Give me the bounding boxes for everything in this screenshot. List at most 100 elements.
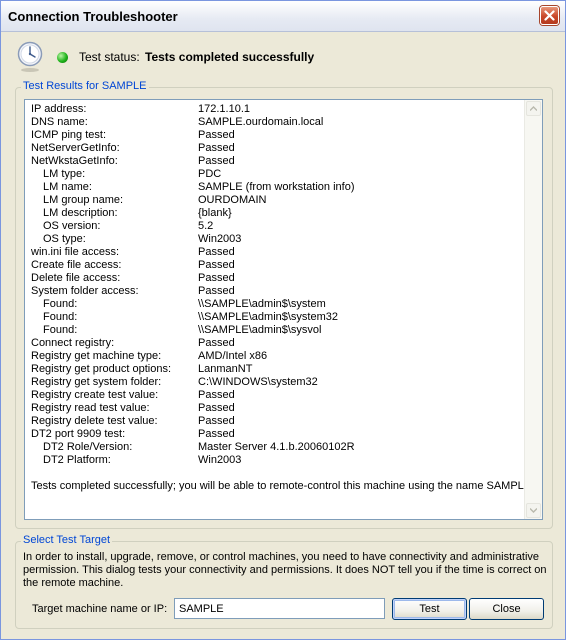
- result-row: DT2 Role/Version: Master Server 4.1.b.200…: [31, 441, 521, 454]
- result-value: Passed: [198, 155, 235, 167]
- scroll-up-button[interactable]: [526, 101, 541, 116]
- result-key: Found:: [43, 324, 78, 336]
- result-key: IP address:: [31, 103, 87, 115]
- select-test-target-legend: Select Test Target: [21, 534, 113, 546]
- result-key: ICMP ping test:: [31, 129, 106, 141]
- clock-icon: [17, 41, 43, 72]
- result-value: Passed: [198, 272, 235, 284]
- test-button-label: Test: [419, 603, 440, 615]
- result-row: DNS name: SAMPLE.ourdomain.local: [31, 116, 521, 129]
- result-row: Registry read test value: Passed: [31, 402, 521, 415]
- result-row: LM name: SAMPLE (from workstation info): [31, 181, 521, 194]
- result-value: \\SAMPLE\admin$\sysvol: [198, 324, 322, 336]
- result-value: Passed: [198, 389, 235, 401]
- result-value: Passed: [198, 259, 235, 271]
- result-value: \\SAMPLE\admin$\system32: [198, 311, 339, 323]
- result-value: Passed: [198, 428, 235, 440]
- result-row: NetServerGetInfo: Passed: [31, 142, 521, 155]
- result-spacer: [31, 467, 521, 480]
- result-value: Passed: [198, 129, 235, 141]
- result-key: DT2 port 9909 test:: [31, 428, 126, 440]
- result-value: LanmanNT: [198, 363, 253, 375]
- result-row: LM group name: OURDOMAIN: [31, 194, 521, 207]
- result-key: OS version:: [43, 220, 101, 232]
- result-value: Passed: [198, 285, 235, 297]
- result-key: NetWkstaGetInfo:: [31, 155, 118, 167]
- result-row: Connect registry: Passed: [31, 337, 521, 350]
- result-value: Master Server 4.1.b.20060102R: [198, 441, 355, 453]
- chevron-down-icon: [530, 508, 537, 513]
- result-row: OS type: Win2003: [31, 233, 521, 246]
- result-row: Registry get product options: LanmanNT: [31, 363, 521, 376]
- result-value: \\SAMPLE\admin$\system: [198, 298, 326, 310]
- result-value: Passed: [198, 415, 235, 427]
- result-row: NetWkstaGetInfo: Passed: [31, 155, 521, 168]
- close-window-button[interactable]: [540, 6, 559, 25]
- result-key: System folder access:: [31, 285, 139, 297]
- result-row: LM description: {blank}: [31, 207, 521, 220]
- result-key: LM group name:: [43, 194, 124, 206]
- result-key: Create file access:: [31, 259, 122, 271]
- test-status-value: Tests completed successfully: [145, 50, 315, 64]
- result-row: LM type: PDC: [31, 168, 521, 181]
- result-key: OS type:: [43, 233, 86, 245]
- result-key: DT2 Platform:: [43, 454, 111, 466]
- result-value: Passed: [198, 246, 235, 258]
- connection-troubleshooter-window: Connection Troubleshooter Test status: T…: [0, 0, 566, 640]
- target-description: In order to install, upgrade, remove, or…: [23, 551, 547, 589]
- result-value: Passed: [198, 402, 235, 414]
- close-icon: [544, 10, 555, 21]
- result-row: Found: \\SAMPLE\admin$\system32: [31, 311, 521, 324]
- result-row: Create file access: Passed: [31, 259, 521, 272]
- result-key: Registry get product options:: [31, 363, 172, 375]
- result-row: Registry create test value: Passed: [31, 389, 521, 402]
- close-button[interactable]: Close: [469, 598, 544, 620]
- test-results-content: IP address: 172.1.10.1 DNS name: SAMPLE.our…: [31, 103, 532, 493]
- result-row: win.ini file access: Passed: [31, 246, 521, 259]
- result-value: Win2003: [198, 233, 242, 245]
- test-button[interactable]: Test: [392, 598, 467, 620]
- result-key: Registry delete test value:: [31, 415, 158, 427]
- result-row: Registry get machine type: AMD/Intel x86: [31, 350, 521, 363]
- result-value: {blank}: [198, 207, 232, 219]
- result-row: DT2 port 9909 test: Passed: [31, 428, 521, 441]
- result-key: Registry get system folder:: [31, 376, 162, 388]
- result-key: LM name:: [43, 181, 92, 193]
- close-button-label: Close: [492, 603, 521, 615]
- result-value: SAMPLE (from workstation info): [198, 181, 355, 193]
- result-value: AMD/Intel x86: [198, 350, 268, 362]
- test-status-label: Test status:: [79, 50, 140, 64]
- result-key: LM description:: [43, 207, 118, 219]
- test-status-row: Test status: Tests completed successfull…: [17, 39, 547, 75]
- test-results-group: Test Results for SAMPLE IP address: 172.1…: [15, 80, 553, 529]
- test-results-legend: Test Results for SAMPLE: [21, 80, 149, 92]
- result-key: Registry create test value:: [31, 389, 159, 401]
- result-row: Registry delete test value: Passed: [31, 415, 521, 428]
- results-scrollbar[interactable]: [524, 100, 542, 519]
- title-bar[interactable]: Connection Troubleshooter: [1, 1, 565, 32]
- result-row: System folder access: Passed: [31, 285, 521, 298]
- result-value: Passed: [198, 337, 235, 349]
- test-results-textbox[interactable]: IP address: 172.1.10.1 DNS name: SAMPLE.our…: [24, 99, 543, 520]
- result-key: win.ini file access:: [31, 246, 120, 258]
- select-test-target-group: Select Test Target In order to install, …: [15, 534, 553, 629]
- result-key: Found:: [43, 311, 78, 323]
- result-key: DNS name:: [31, 116, 88, 128]
- result-row: DT2 Platform: Win2003: [31, 454, 521, 467]
- target-machine-input[interactable]: [174, 598, 385, 619]
- chevron-up-icon: [530, 106, 537, 111]
- result-key: Found:: [43, 298, 78, 310]
- result-row: Registry get system folder: C:\WINDOWS\sy…: [31, 376, 521, 389]
- result-value: PDC: [198, 168, 222, 180]
- window-title: Connection Troubleshooter: [8, 9, 178, 24]
- scroll-down-button[interactable]: [526, 503, 541, 518]
- result-key: Registry get machine type:: [31, 350, 162, 362]
- result-summary: Tests completed successfully; you will b…: [31, 480, 532, 492]
- result-row: Delete file access: Passed: [31, 272, 521, 285]
- result-row: OS version: 5.2: [31, 220, 521, 233]
- result-row: ICMP ping test: Passed: [31, 129, 521, 142]
- result-value: Passed: [198, 142, 235, 154]
- result-value: 172.1.10.1: [198, 103, 250, 115]
- result-value: Win2003: [198, 454, 242, 466]
- target-machine-label: Target machine name or IP:: [32, 603, 168, 615]
